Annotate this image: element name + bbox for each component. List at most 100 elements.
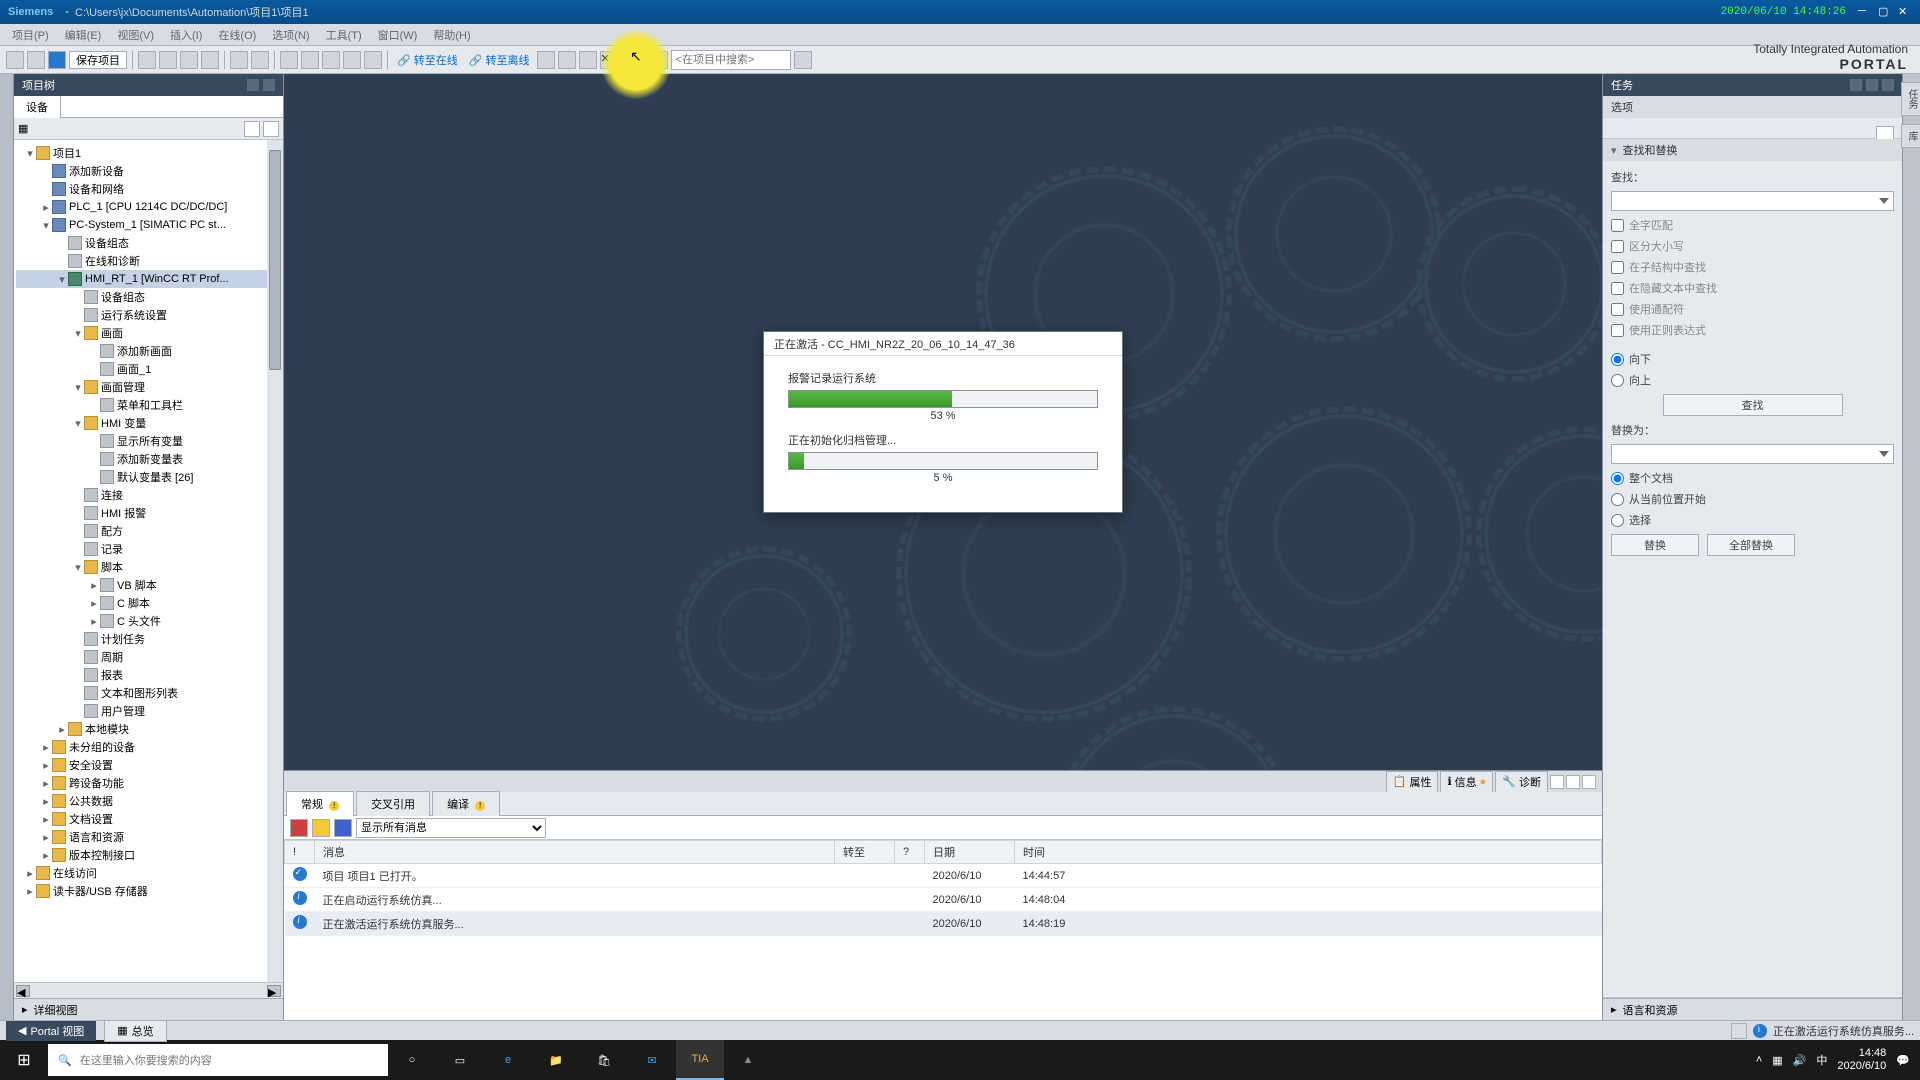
expand-icon[interactable]: ▾ — [24, 147, 36, 160]
find-input[interactable] — [1611, 191, 1894, 211]
replace-all-button[interactable]: 全部替换 — [1707, 534, 1795, 556]
tb-x-icon[interactable]: ✕ — [600, 51, 618, 69]
rp-right-icon[interactable] — [1882, 79, 1894, 91]
clock[interactable]: 14:48 2020/6/10 — [1837, 1047, 1886, 1073]
tree-node[interactable]: 显示所有变量 — [16, 432, 281, 450]
rp-pin-icon[interactable] — [1850, 79, 1862, 91]
tree-node[interactable]: 计划任务 — [16, 630, 281, 648]
devices-tab[interactable]: 设备 — [14, 96, 61, 118]
info-button[interactable]: ℹ 信息 ● — [1440, 771, 1493, 793]
expand-icon[interactable]: ▸ — [88, 597, 100, 610]
tree-node[interactable]: 画面_1 — [16, 360, 281, 378]
minimize-icon[interactable]: ─ — [1858, 5, 1872, 19]
search-go-icon[interactable] — [794, 51, 812, 69]
message-table[interactable]: ! 消息 转至 ? 日期 时间 项目 项目1 已打开。2020/6/1014:4… — [284, 840, 1602, 1020]
tab-xref[interactable]: 交叉引用 — [356, 791, 430, 816]
download-icon[interactable] — [301, 51, 319, 69]
sim-icon[interactable] — [343, 51, 361, 69]
options-header[interactable]: 选项 — [1603, 96, 1902, 118]
tab-general[interactable]: 常规 ! — [286, 791, 354, 816]
filter-info-icon[interactable] — [334, 819, 352, 837]
message-row[interactable]: 正在激活运行系统仿真服务...2020/6/1014:48:19 — [285, 912, 1602, 936]
filter-warn-icon[interactable] — [312, 819, 330, 837]
info-max-icon[interactable] — [1566, 775, 1580, 789]
expand-icon[interactable]: ▸ — [56, 723, 68, 736]
properties-button[interactable]: 📋 属性 — [1386, 771, 1439, 793]
mail-icon[interactable]: ✉ — [628, 1040, 676, 1080]
tree-node[interactable]: ▸PLC_1 [CPU 1214C DC/DC/DC] — [16, 198, 281, 216]
edge-icon[interactable]: e — [484, 1040, 532, 1080]
menu-project[interactable]: 项目(P) — [6, 25, 55, 45]
upload-icon[interactable] — [322, 51, 340, 69]
close-icon[interactable]: ✕ — [1898, 5, 1912, 19]
save-icon[interactable] — [48, 51, 66, 69]
tree-node[interactable]: 用户管理 — [16, 702, 281, 720]
tree-node[interactable]: 设备组态 — [16, 234, 281, 252]
tree-node[interactable]: ▸读卡器/USB 存储器 — [16, 882, 281, 900]
expand-icon[interactable]: ▸ — [40, 831, 52, 844]
tb-icon-2[interactable] — [558, 51, 576, 69]
tab-compile[interactable]: 编译 ! — [432, 791, 500, 816]
find-button[interactable]: 查找 — [1663, 394, 1843, 416]
rail-libs[interactable]: 库 — [1901, 124, 1920, 148]
tree-node[interactable]: ▸文档设置 — [16, 810, 281, 828]
hscroll-left-icon[interactable]: ◀ — [16, 985, 30, 997]
tree-node[interactable]: ▸C 头文件 — [16, 612, 281, 630]
filter-error-icon[interactable] — [290, 819, 308, 837]
menu-insert[interactable]: 插入(I) — [164, 25, 208, 45]
chk-regex[interactable] — [1611, 324, 1624, 337]
tree-node[interactable]: 添加新变量表 — [16, 450, 281, 468]
expand-icon[interactable]: ▾ — [72, 417, 84, 430]
new-icon[interactable] — [6, 51, 24, 69]
tree-node[interactable]: ▸安全设置 — [16, 756, 281, 774]
info-min-icon[interactable] — [1550, 775, 1564, 789]
tray-chevron-icon[interactable]: ˄ — [1756, 1054, 1762, 1066]
ptree-view2-icon[interactable] — [263, 121, 279, 137]
tree-node[interactable]: ▾PC-System_1 [SIMATIC PC st... — [16, 216, 281, 234]
menu-help[interactable]: 帮助(H) — [427, 25, 476, 45]
hscroll-right-icon[interactable]: ▶ — [267, 985, 281, 997]
tree-node[interactable]: ▾项目1 — [16, 144, 281, 162]
expand-icon[interactable]: ▸ — [40, 849, 52, 862]
tree-node[interactable]: ▸公共数据 — [16, 792, 281, 810]
expand-icon[interactable]: ▸ — [40, 813, 52, 826]
menu-edit[interactable]: 编辑(E) — [59, 25, 108, 45]
tree-node[interactable]: ▸在线访问 — [16, 864, 281, 882]
menu-view[interactable]: 视图(V) — [111, 25, 160, 45]
expand-icon[interactable]: ▸ — [40, 795, 52, 808]
chk-whole-word[interactable] — [1611, 219, 1624, 232]
detail-view-header[interactable]: ▸ 详细视图 — [14, 998, 283, 1020]
tree-node[interactable]: 文本和图形列表 — [16, 684, 281, 702]
tree-node[interactable]: ▸VB 脚本 — [16, 576, 281, 594]
tree-scrollbar[interactable] — [267, 140, 283, 982]
tia-portal-icon[interactable]: TIA — [676, 1040, 724, 1080]
tray-ime-icon[interactable]: 中 — [1816, 1052, 1827, 1068]
tree-node[interactable]: ▾画面管理 — [16, 378, 281, 396]
menu-options[interactable]: 选项(N) — [266, 25, 315, 45]
tree-node[interactable]: ▸本地模块 — [16, 720, 281, 738]
project-search-input[interactable] — [671, 50, 791, 70]
tree-node[interactable]: ▸版本控制接口 — [16, 846, 281, 864]
radio-from-pos[interactable] — [1611, 493, 1624, 506]
expand-icon[interactable]: ▾ — [72, 561, 84, 574]
expand-icon[interactable]: ▸ — [24, 867, 36, 880]
expand-icon[interactable]: ▾ — [56, 273, 68, 286]
radio-whole-doc[interactable] — [1611, 472, 1624, 485]
overview-tab[interactable]: ▦ 总览 — [104, 1020, 166, 1042]
tree-node[interactable]: 设备组态 — [16, 288, 281, 306]
radio-selection[interactable] — [1611, 514, 1624, 527]
tree-node[interactable]: 设备和网络 — [16, 180, 281, 198]
tree-node[interactable]: 添加新画面 — [16, 342, 281, 360]
tree-node[interactable]: 默认变量表 [26] — [16, 468, 281, 486]
message-row[interactable]: 正在启动运行系统仿真...2020/6/1014:48:04 — [285, 888, 1602, 912]
taskview-icon[interactable]: ▭ — [436, 1040, 484, 1080]
replace-input[interactable] — [1611, 444, 1894, 464]
expand-icon[interactable]: ▸ — [40, 741, 52, 754]
left-rail[interactable] — [0, 74, 14, 1020]
compile-icon[interactable] — [280, 51, 298, 69]
tb-icon-3[interactable] — [579, 51, 597, 69]
message-row[interactable]: 项目 项目1 已打开。2020/6/1014:44:57 — [285, 864, 1602, 888]
tree-node[interactable]: ▸跨设备功能 — [16, 774, 281, 792]
ptree-view1-icon[interactable] — [244, 121, 260, 137]
system-tray[interactable]: ˄ ▦ 🔊 中 14:48 2020/6/10 💬 — [1746, 1047, 1920, 1073]
